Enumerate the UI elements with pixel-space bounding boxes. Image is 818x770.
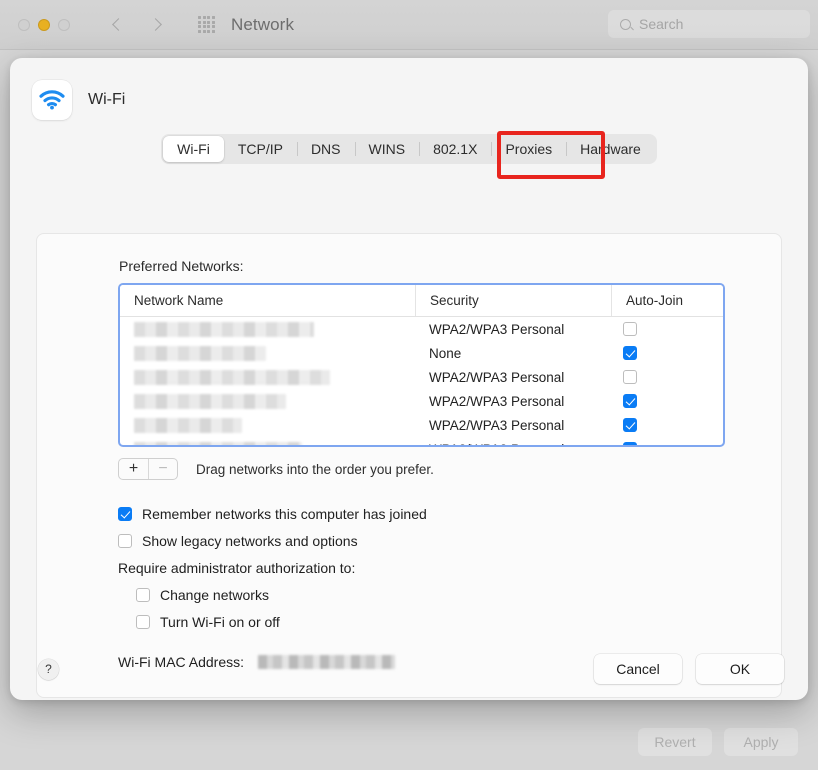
network-name-cell bbox=[120, 341, 415, 365]
navigation-arrows bbox=[112, 19, 160, 30]
forward-chevron-icon[interactable] bbox=[149, 19, 160, 30]
redacted-network-name bbox=[134, 417, 242, 433]
option-change-networks[interactable]: Change networks bbox=[118, 581, 427, 608]
window-titlebar: Network Search bbox=[0, 0, 818, 50]
traffic-light-group bbox=[18, 18, 70, 31]
auto-join-checkbox[interactable] bbox=[623, 442, 637, 445]
security-cell: WPA2/WPA3 Personal bbox=[415, 442, 611, 446]
security-cell: WPA2/WPA3 Personal bbox=[429, 393, 565, 409]
preferred-networks-table[interactable]: Network Name Security Auto-Join WPA2/WPA… bbox=[118, 283, 725, 447]
redacted-network-name bbox=[134, 441, 302, 445]
auto-join-cell bbox=[611, 370, 723, 384]
option-turn-wifi-on-off[interactable]: Turn Wi-Fi on or off bbox=[118, 608, 427, 635]
tab-hardware[interactable]: Hardware bbox=[566, 136, 655, 162]
remove-network-button: − bbox=[148, 459, 177, 479]
redacted-network-name bbox=[134, 321, 314, 337]
minimize-button[interactable] bbox=[38, 18, 50, 31]
redacted-network-name bbox=[134, 369, 330, 385]
auto-join-checkbox[interactable] bbox=[623, 322, 637, 336]
table-row[interactable]: None bbox=[120, 341, 723, 365]
ok-button[interactable]: OK bbox=[696, 654, 784, 684]
back-chevron-icon[interactable] bbox=[112, 19, 123, 30]
table-row[interactable]: WPA2/WPA3 Personal bbox=[120, 317, 723, 341]
column-header-network-name[interactable]: Network Name bbox=[120, 285, 415, 316]
table-row[interactable]: WPA2/WPA3 Personal bbox=[120, 389, 723, 413]
tab-bar-container: Wi-Fi TCP/IP DNS WINS 802.1X Proxies Har… bbox=[10, 131, 808, 179]
redacted-network-name bbox=[134, 345, 266, 361]
apply-button[interactable]: Apply bbox=[724, 728, 798, 756]
security-cell: WPA2/WPA3 Personal bbox=[429, 369, 565, 385]
help-button[interactable]: ? bbox=[38, 658, 59, 680]
table-header-row: Network Name Security Auto-Join bbox=[120, 285, 723, 317]
search-field[interactable]: Search bbox=[608, 10, 810, 38]
network-name-cell bbox=[120, 365, 415, 389]
grid-icon[interactable] bbox=[198, 16, 215, 33]
network-name-cell bbox=[120, 317, 415, 341]
cancel-button[interactable]: Cancel bbox=[594, 654, 682, 684]
window-footer-buttons: Revert Apply bbox=[638, 728, 798, 756]
wifi-settings-sheet: Wi-Fi Wi-Fi TCP/IP DNS WINS 802.1X Proxi… bbox=[10, 58, 808, 700]
table-row[interactable]: WPA2/WPA3 Personal bbox=[120, 437, 723, 446]
zoom-button[interactable] bbox=[58, 18, 70, 31]
auto-join-cell bbox=[611, 346, 723, 360]
option-label: Turn Wi-Fi on or off bbox=[160, 613, 280, 630]
column-header-auto-join[interactable]: Auto-Join bbox=[611, 285, 723, 316]
remember-networks-checkbox[interactable] bbox=[118, 506, 132, 521]
table-row[interactable]: WPA2/WPA3 Personal bbox=[120, 413, 723, 437]
table-controls-row: + − Drag networks into the order you pre… bbox=[118, 458, 434, 480]
wifi-settings-panel: Preferred Networks: Network Name Securit… bbox=[36, 233, 782, 698]
sheet-title: Wi-Fi bbox=[88, 91, 126, 108]
auto-join-cell bbox=[611, 418, 723, 432]
revert-button[interactable]: Revert bbox=[638, 728, 712, 756]
add-network-button[interactable]: + bbox=[119, 459, 148, 479]
drag-hint-text: Drag networks into the order you prefer. bbox=[196, 461, 434, 477]
sheet-action-buttons: Cancel OK bbox=[594, 654, 784, 684]
sheet-header: Wi-Fi bbox=[10, 58, 808, 120]
tab-8021x[interactable]: 802.1X bbox=[419, 136, 491, 162]
auto-join-checkbox[interactable] bbox=[623, 394, 637, 408]
auto-join-cell bbox=[611, 442, 723, 445]
tab-wins[interactable]: WINS bbox=[354, 136, 420, 162]
change-networks-checkbox[interactable] bbox=[136, 587, 150, 602]
page-title: Network bbox=[231, 14, 295, 34]
security-cell: WPA2/WPA3 Personal bbox=[429, 321, 565, 337]
table-row[interactable]: WPA2/WPA3 Personal bbox=[120, 365, 723, 389]
security-cell: None bbox=[429, 345, 462, 361]
option-show-legacy[interactable]: Show legacy networks and options bbox=[118, 527, 427, 554]
search-placeholder: Search bbox=[639, 16, 684, 32]
network-name-cell bbox=[120, 437, 415, 445]
tab-tcpip[interactable]: TCP/IP bbox=[224, 136, 297, 162]
admin-authorization-label: Require administrator authorization to: bbox=[118, 559, 356, 576]
preferred-networks-label: Preferred Networks: bbox=[119, 258, 244, 274]
auto-join-checkbox[interactable] bbox=[623, 370, 637, 384]
option-label: Show legacy networks and options bbox=[142, 532, 358, 549]
turn-wifi-checkbox[interactable] bbox=[136, 614, 150, 629]
auto-join-checkbox[interactable] bbox=[623, 418, 637, 432]
search-icon bbox=[620, 18, 631, 30]
tab-bar: Wi-Fi TCP/IP DNS WINS 802.1X Proxies Har… bbox=[161, 134, 657, 164]
table-body: WPA2/WPA3 Personal None WPA2/WPA3 Person… bbox=[120, 317, 723, 446]
network-preferences-window: Network Search Revert Apply Wi-Fi Wi-Fi … bbox=[0, 0, 818, 770]
close-button[interactable] bbox=[18, 18, 30, 31]
auto-join-cell bbox=[611, 322, 723, 336]
tab-wifi[interactable]: Wi-Fi bbox=[163, 136, 224, 162]
auto-join-cell bbox=[611, 394, 723, 408]
wifi-icon bbox=[32, 80, 72, 120]
option-label: Change networks bbox=[160, 586, 269, 603]
sheet-footer: ? Cancel OK bbox=[10, 638, 808, 700]
tab-dns[interactable]: DNS bbox=[296, 136, 355, 162]
options-group: Remember networks this computer has join… bbox=[118, 500, 427, 635]
option-label: Remember networks this computer has join… bbox=[142, 505, 427, 522]
tab-proxies[interactable]: Proxies bbox=[491, 136, 566, 162]
network-name-cell bbox=[120, 413, 415, 437]
auto-join-checkbox[interactable] bbox=[623, 346, 637, 360]
network-name-cell bbox=[120, 389, 415, 413]
option-remember-networks[interactable]: Remember networks this computer has join… bbox=[118, 500, 427, 527]
security-cell: WPA2/WPA3 Personal bbox=[429, 417, 565, 433]
show-legacy-checkbox[interactable] bbox=[118, 533, 132, 548]
redacted-network-name bbox=[134, 393, 286, 409]
column-header-security[interactable]: Security bbox=[415, 285, 611, 316]
add-remove-button-group: + − bbox=[118, 458, 178, 480]
